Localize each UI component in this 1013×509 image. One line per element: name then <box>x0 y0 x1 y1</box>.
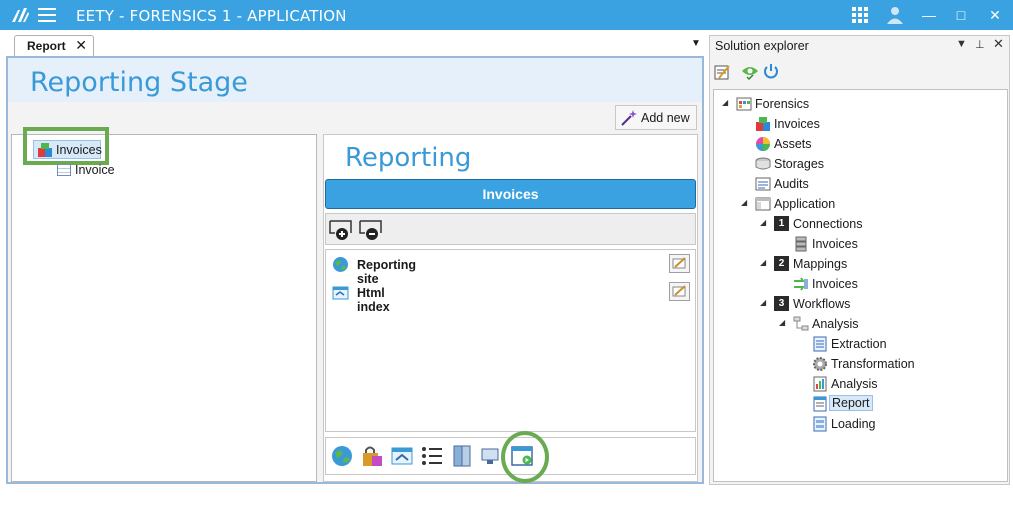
palette-icon <box>756 137 770 151</box>
tree-node-label: Analysis <box>831 377 878 391</box>
user-icon[interactable] <box>885 5 905 25</box>
tree-node-label: Invoices <box>774 117 820 131</box>
edit-icon <box>672 285 686 297</box>
tab-report[interactable]: Report ✕ <box>14 35 94 56</box>
globe-icon <box>333 257 348 272</box>
edit-html-index-button[interactable] <box>669 282 690 301</box>
gear-icon <box>813 357 827 371</box>
storage-icon <box>755 157 771 170</box>
tab-dropdown-icon[interactable]: ▼ <box>691 38 701 49</box>
tree-node-label: Forensics <box>755 97 810 111</box>
tree-node-label: Assets <box>774 137 812 151</box>
tree-node-label: Analysis <box>812 317 859 331</box>
tree-node-label: Report <box>829 395 873 411</box>
tree-node-label: Invoices <box>812 237 858 251</box>
tree-node-label: Storages <box>774 157 825 171</box>
reporting-title: Reporting <box>345 143 472 173</box>
close-tab-icon[interactable]: ✕ <box>75 37 87 54</box>
tree-node-label: Transformation <box>831 357 915 371</box>
audit-icon <box>755 177 771 191</box>
html-icon <box>332 286 349 300</box>
hamburger-menu-icon[interactable] <box>38 8 56 22</box>
tree-node-label: Connections <box>793 217 863 231</box>
add-new-label: Add new <box>641 111 690 125</box>
tree-node-label: Loading <box>831 417 876 431</box>
solution-explorer-title: Solution explorer <box>715 39 809 53</box>
cube-icon <box>756 117 770 131</box>
magic-wand-icon <box>621 110 637 126</box>
grid-apps-icon[interactable] <box>850 5 870 25</box>
window-title: EETY - FORENSICS 1 - APPLICATION <box>76 7 347 25</box>
pin-icon[interactable]: ⊥ <box>975 38 985 51</box>
analysis-icon <box>813 376 827 392</box>
application-icon <box>755 197 771 211</box>
list-icon[interactable] <box>420 444 444 468</box>
workflow-icon <box>793 316 809 331</box>
step-number-badge: 1 <box>774 216 789 231</box>
tree-node-label: Workflows <box>793 297 851 311</box>
lock-document-icon[interactable] <box>360 444 384 468</box>
invoices-banner[interactable]: Invoices <box>325 179 696 209</box>
database-report-icon[interactable] <box>450 444 474 468</box>
entity-tree-panel <box>11 134 317 482</box>
tree-node-label: Audits <box>774 177 809 191</box>
tree-node-invoice-label: Invoice <box>75 163 115 177</box>
power-icon[interactable] <box>762 63 780 81</box>
step-number-badge: 3 <box>774 296 789 311</box>
solution-icon <box>736 97 752 111</box>
html-index-label: Html index <box>357 286 390 314</box>
panel-dropdown-icon[interactable]: ▼ <box>956 38 967 50</box>
add-new-button[interactable]: Add new <box>615 105 697 130</box>
add-report-icon[interactable] <box>329 219 353 241</box>
table-icon <box>57 164 71 176</box>
app-logo-icon <box>12 8 29 22</box>
remove-report-icon[interactable] <box>359 219 383 241</box>
maximize-button[interactable]: □ <box>951 5 971 25</box>
close-window-button[interactable]: ✕ <box>985 5 1005 25</box>
properties-icon[interactable] <box>713 63 731 81</box>
close-panel-icon[interactable]: ✕ <box>993 36 1004 52</box>
eye-check-icon[interactable] <box>741 63 759 81</box>
server-icon <box>795 236 807 252</box>
edit-icon <box>672 257 686 269</box>
html-page-icon[interactable] <box>390 444 414 468</box>
tree-node-label: Extraction <box>831 337 887 351</box>
globe-icon[interactable] <box>330 444 354 468</box>
minimize-button[interactable]: — <box>919 5 939 25</box>
tree-node-label: Mappings <box>793 257 848 271</box>
edit-reporting-site-button[interactable] <box>669 254 690 273</box>
step-number-badge: 2 <box>774 256 789 271</box>
tab-report-label: Report <box>27 39 66 53</box>
highlight-circle <box>501 431 549 483</box>
solution-explorer-toolbar <box>710 60 1009 84</box>
mapping-icon <box>794 277 808 291</box>
report-toolbar <box>325 213 696 245</box>
extraction-icon <box>813 336 827 352</box>
reporting-site-label: Reporting site <box>357 258 417 286</box>
title-bar: EETY - FORENSICS 1 - APPLICATION — □ ✕ <box>0 0 1013 30</box>
highlight-box <box>23 127 109 165</box>
page-title: Reporting Stage <box>30 67 248 98</box>
tree-node-label: Application <box>774 197 836 211</box>
loading-icon <box>813 416 827 432</box>
tree-node-label: Invoices <box>812 277 858 291</box>
report-icon <box>813 396 827 412</box>
